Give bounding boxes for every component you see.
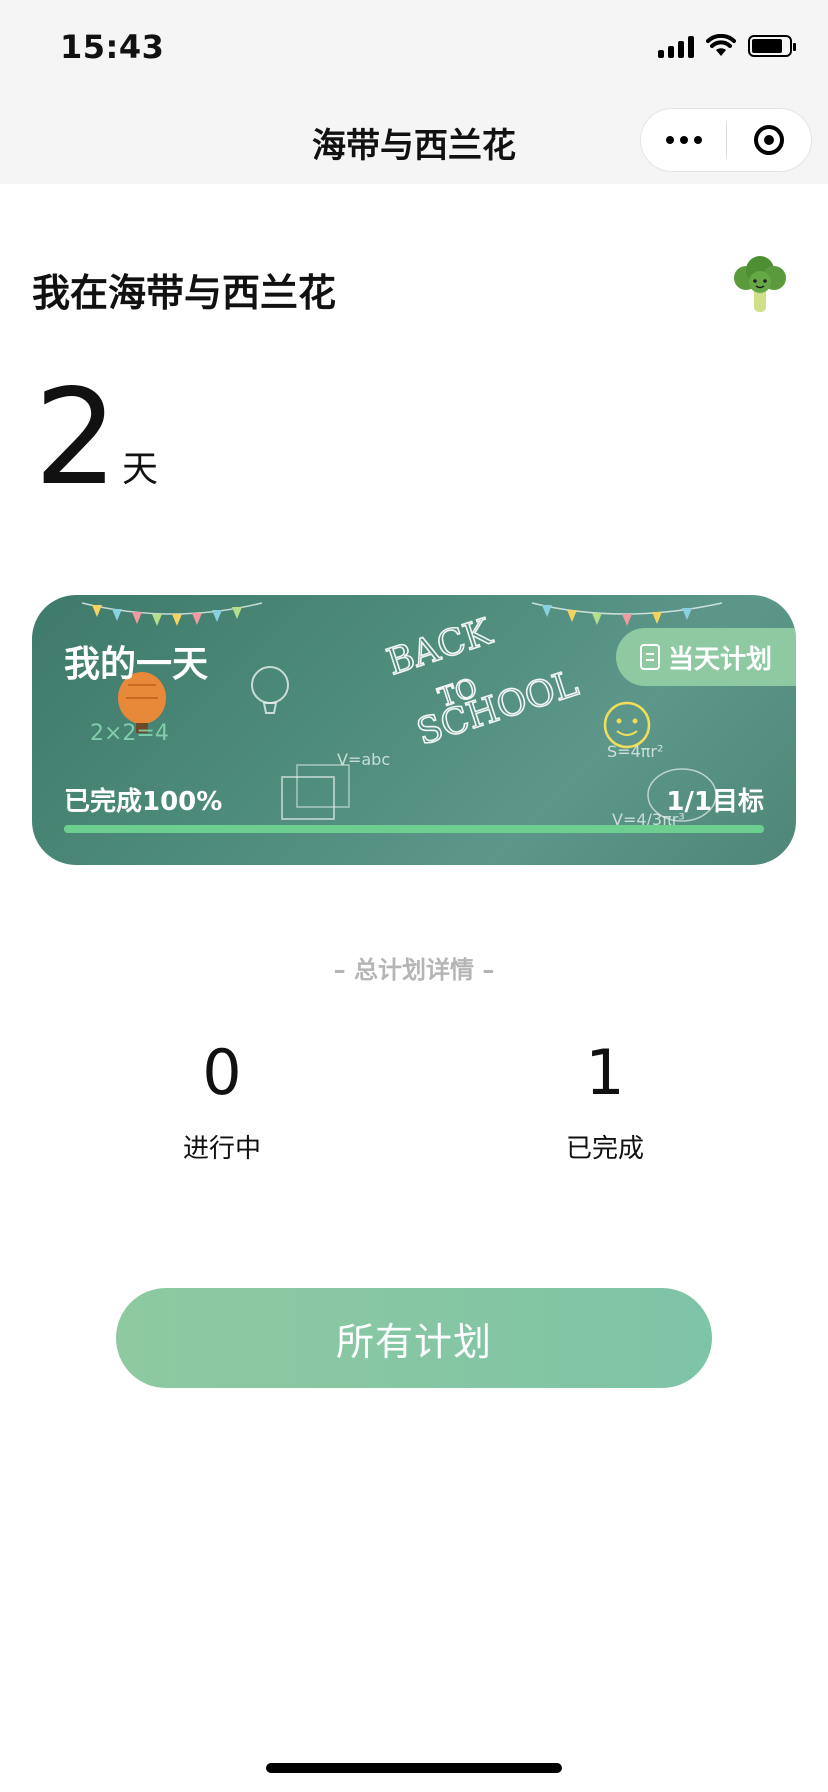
in-progress-label: 进行中	[182, 1134, 261, 1164]
goal-count: 1/1目标	[666, 787, 764, 817]
stat-completed: 1 已完成	[505, 1042, 705, 1165]
in-progress-count: 0	[202, 1036, 242, 1109]
home-indicator	[266, 1763, 562, 1773]
svg-text:BACK: BACK	[382, 611, 497, 683]
battery-icon	[748, 35, 796, 57]
svg-text:SCHOOL: SCHOOL	[412, 663, 583, 753]
more-dots-icon[interactable]	[641, 109, 726, 171]
svg-text:S=4πr²: S=4πr²	[607, 742, 663, 761]
status-icons	[658, 34, 796, 58]
progress-bar	[64, 825, 764, 833]
status-time: 15:43	[60, 28, 165, 66]
mini-program-capsule	[640, 108, 812, 172]
daily-plan-card[interactable]: BACK TO SCHOOL 2×2=4 V=abc S=4πr² V=4/3π…	[32, 595, 796, 865]
completed-label: 已完成	[565, 1134, 644, 1164]
target-icon[interactable]	[727, 109, 811, 171]
document-icon	[639, 644, 660, 670]
completion-percent: 已完成100%	[64, 787, 223, 817]
status-bar: 15:43	[0, 0, 828, 98]
stat-in-progress: 0 进行中	[122, 1042, 322, 1165]
completed-count: 1	[585, 1036, 625, 1109]
all-plans-button[interactable]: 所有计划	[116, 1288, 712, 1388]
wifi-icon	[706, 34, 736, 56]
card-title: 我的一天	[64, 644, 209, 685]
days-count: 2	[34, 361, 118, 515]
today-plan-label: 当天计划	[667, 644, 772, 675]
headline: 我在海带与西兰花	[32, 271, 337, 315]
broccoli-icon	[734, 256, 786, 312]
progress-bar-fill	[64, 825, 764, 833]
days-unit: 天	[122, 449, 159, 490]
svg-text:V=abc: V=abc	[337, 750, 390, 769]
today-plan-button[interactable]: 当天计划	[616, 628, 796, 686]
cellular-signal-icon	[658, 34, 694, 58]
section-label: – 总计划详情 –	[333, 956, 495, 984]
navigation-bar: 海带与西兰花	[0, 98, 828, 184]
svg-text:2×2=4: 2×2=4	[90, 721, 169, 746]
